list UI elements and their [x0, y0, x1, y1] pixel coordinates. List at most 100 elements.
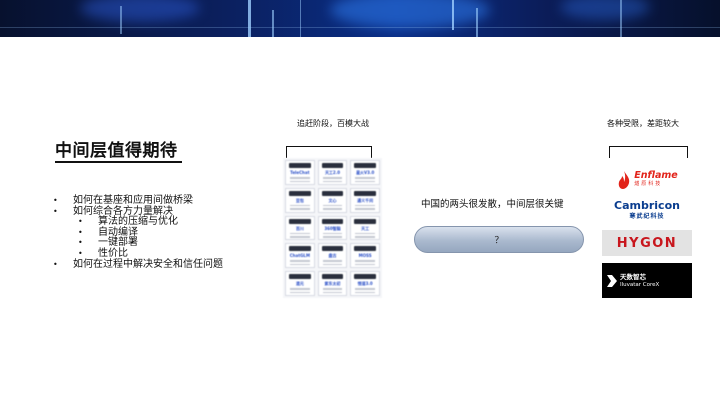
bullet-item: • 如何在过程中解决安全和信任问题	[53, 258, 223, 271]
cambricon-name: Cambricon	[614, 199, 680, 212]
model-card-line	[355, 208, 375, 210]
bullet-text: 如何在基座和应用间做桥梁	[73, 195, 193, 206]
model-card-line	[290, 291, 310, 294]
model-card-header	[321, 218, 344, 224]
model-card-name: 混元	[295, 281, 304, 287]
model-card-grid: TeleChat 天工2.0 星火V3.0 豆包 文心 通义千问百川 360智脑 天工 Chat…	[283, 158, 382, 298]
sub-bullet-item: • 自动编译	[53, 227, 223, 239]
hygon-name: HYGON	[616, 235, 678, 251]
middle-layer-caption: 中国的两头很发散，中间层很关键	[421, 199, 564, 210]
model-card-name: 360智脑	[324, 225, 341, 231]
model-card-line	[322, 236, 343, 238]
bullet-text: 性价比	[98, 247, 128, 259]
model-card-name: 百川	[295, 225, 304, 231]
flame-icon	[618, 171, 630, 189]
model-card-header	[321, 274, 344, 280]
model-card-line	[290, 263, 310, 266]
model-card-name: 紫东太初	[324, 281, 341, 287]
model-card-line	[355, 232, 375, 235]
model-card: 盘古	[317, 243, 348, 269]
pill-label: ？	[494, 236, 504, 246]
model-card-line	[355, 177, 375, 179]
model-card-header	[321, 163, 344, 168]
model-card-line	[355, 291, 375, 294]
model-card-line	[290, 232, 310, 235]
model-card: 星火V3.0	[350, 160, 380, 185]
model-card: 通义千问	[350, 187, 380, 213]
model-card-line	[290, 177, 310, 179]
model-card-line	[322, 263, 343, 266]
model-card-line	[290, 180, 310, 182]
model-card-line	[322, 291, 343, 294]
enflame-name: Enflame	[634, 170, 678, 181]
model-card-name: 悟道3.0	[357, 281, 373, 287]
hygon-logo: HYGON	[602, 230, 692, 256]
model-card-line	[355, 236, 375, 238]
model-card-line	[355, 263, 375, 266]
sub-bullet-item: • 性价比	[53, 247, 223, 260]
model-card: 天工	[350, 215, 380, 241]
model-card: 悟道3.0	[350, 271, 380, 296]
left-bracket	[286, 146, 372, 158]
model-card: 混元	[285, 271, 315, 296]
model-card-name: 天工	[361, 225, 370, 231]
model-card-name: 星火V3.0	[356, 170, 375, 175]
model-card-line	[322, 177, 343, 179]
model-card-line	[322, 180, 343, 182]
model-card-header	[289, 274, 311, 280]
model-card-name: ChatGLM	[289, 253, 310, 259]
slide-title: 中间层值得期待	[55, 141, 178, 161]
model-card: 紫东太初	[317, 271, 348, 296]
model-card-name: 天工2.0	[324, 170, 341, 175]
model-card-header	[289, 190, 311, 196]
model-card-line	[355, 180, 375, 182]
sub-bullet-item: • 算法的压缩与优化	[53, 217, 223, 228]
model-card-name: 通义千问	[357, 197, 374, 203]
model-card-name: MOSS	[358, 253, 372, 259]
title-underline	[55, 161, 182, 163]
sub-bullet-item: • 一键部署	[53, 238, 223, 249]
model-card-header	[321, 246, 344, 252]
model-card-header	[321, 190, 344, 196]
cambricon-sub: 寒武纪科技	[629, 213, 665, 220]
model-card: MOSS	[350, 243, 380, 269]
bullet-text: 如何在过程中解决安全和信任问题	[73, 258, 223, 270]
model-card-header	[289, 218, 311, 224]
model-card-line	[290, 260, 310, 262]
enflame-logo: Enflame 燧原科技	[602, 166, 692, 194]
model-card-header	[289, 163, 311, 168]
model-card-header	[354, 163, 376, 168]
model-card-name: TeleChat	[290, 170, 310, 175]
chip-icon	[607, 274, 617, 287]
bullet-glyph: •	[53, 259, 58, 269]
header-banner	[0, 0, 720, 37]
model-card: 天工2.0	[317, 160, 348, 185]
bullet-list: • 如何在基座和应用间做桥梁 • 如何综合各方力量解决 • 算法的压缩与优化 • 自动编…	[53, 195, 223, 271]
right-bracket	[609, 146, 688, 158]
model-card-line	[322, 232, 343, 235]
model-card-line	[290, 236, 310, 238]
model-card-header	[354, 246, 376, 252]
iluvatar-sub: Iluvatar CoreX	[620, 281, 660, 288]
model-card-header	[289, 246, 311, 252]
model-card-line	[290, 288, 310, 290]
model-card: TeleChat	[285, 160, 315, 185]
bullet-glyph: •	[53, 206, 58, 216]
model-card-line	[322, 288, 343, 290]
model-card-line	[322, 204, 343, 207]
cambricon-logo: Cambricon 寒武纪科技	[602, 200, 692, 228]
middle-layer-pill[interactable]: ？	[414, 226, 584, 253]
model-card-header	[354, 190, 376, 196]
iluvatar-name: 天数智芯	[620, 272, 646, 281]
model-card-name: 文心	[328, 197, 337, 203]
model-card: 百川	[285, 215, 315, 241]
model-card: 豆包	[285, 187, 315, 213]
model-card: 360智脑	[317, 215, 348, 241]
bullet-glyph: •	[78, 227, 83, 237]
model-card-header	[354, 274, 376, 280]
model-card-name: 盘古	[328, 253, 337, 259]
bullet-glyph: •	[78, 217, 83, 227]
model-card-line	[290, 208, 310, 210]
model-card-line	[290, 204, 310, 207]
bullet-glyph: •	[78, 248, 83, 258]
